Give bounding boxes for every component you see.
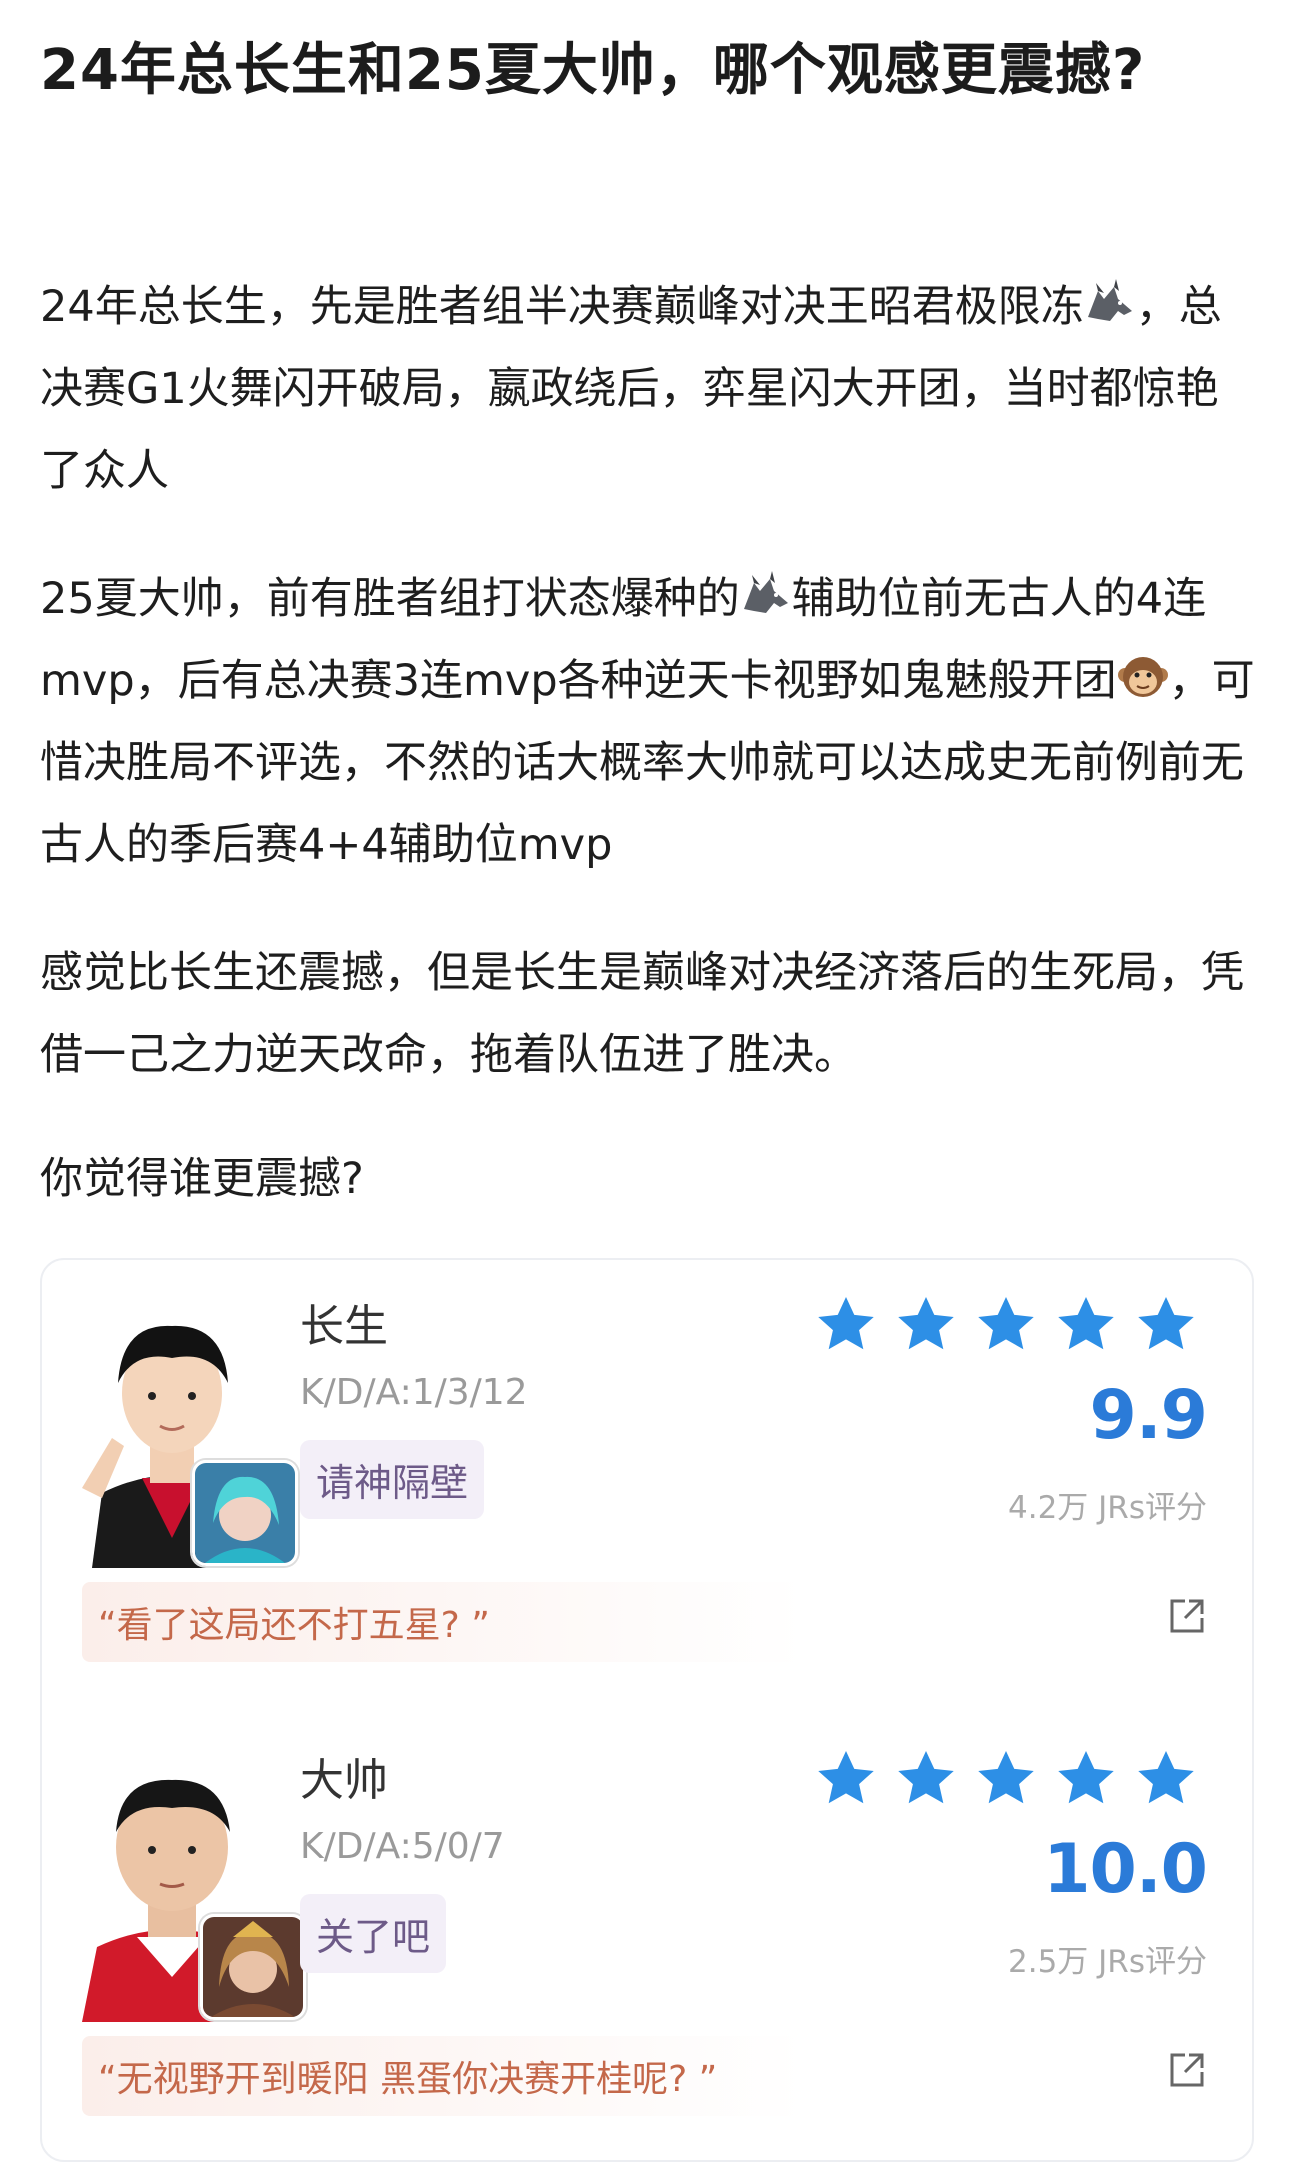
paragraph-4: 你觉得谁更震撼? — [40, 1154, 364, 1204]
hero-icon — [200, 1914, 306, 2020]
paragraph-2-text-a: 25夏大帅，前有胜者组打状态爆种的 — [40, 574, 740, 624]
star-icon — [1058, 1751, 1114, 1804]
rating-score: 10.0 — [1043, 1830, 1208, 1909]
wolf-emoji-icon — [740, 569, 792, 621]
star-rating — [818, 1297, 1194, 1350]
top-comment-quote[interactable]: “无视野开到暖阳 黑蛋你决赛开桂呢? ” — [82, 2036, 1114, 2116]
player-tag: 关了吧 — [300, 1894, 447, 1973]
post-title: 24年总长生和25夏大帅，哪个观感更震撼? — [40, 38, 1146, 103]
star-icon — [818, 1751, 874, 1804]
player-rating-entry[interactable]: 长生 K/D/A:1/3/12 请神隔壁 9.9 4.2万 JRs评分 “看了这… — [42, 1260, 1252, 1700]
star-icon — [898, 1297, 954, 1350]
paragraph-3: 感觉比长生还震撼，但是长生是巅峰对决经济落后的生死局，凭借一己之力逆天改命，拖着… — [40, 948, 1244, 1080]
monkey-emoji-icon — [1117, 651, 1169, 703]
rating-score: 9.9 — [1089, 1376, 1208, 1455]
top-comment-quote[interactable]: “看了这局还不打五星? ” — [82, 1582, 1114, 1662]
star-icon — [978, 1297, 1034, 1350]
player-kda: K/D/A:5/0/7 — [300, 1826, 505, 1867]
star-icon — [1058, 1297, 1114, 1350]
player-rating-entry[interactable]: 大帅 K/D/A:5/0/7 关了吧 10.0 2.5万 JRs评分 “无视野开… — [42, 1714, 1252, 2154]
rating-card: 长生 K/D/A:1/3/12 请神隔壁 9.9 4.2万 JRs评分 “看了这… — [40, 1258, 1254, 2162]
rater-count: 2.5万 JRs评分 — [1008, 1944, 1207, 1980]
paragraph-1-text-a: 24年总长生，先是胜者组半决赛巅峰对决王昭君极限冻 — [40, 282, 1084, 332]
player-name: 长生 — [300, 1301, 388, 1352]
hero-icon — [192, 1460, 298, 1566]
paragraph-1: 24年总长生，先是胜者组半决赛巅峰对决王昭君极限冻 ，总决赛G1火舞闪开破局，嬴政… — [40, 266, 1255, 512]
star-icon — [978, 1751, 1034, 1804]
star-icon — [818, 1297, 874, 1350]
player-kda: K/D/A:1/3/12 — [300, 1372, 528, 1413]
share-icon[interactable] — [1167, 1596, 1207, 1636]
star-icon — [1138, 1751, 1194, 1804]
star-icon — [1138, 1297, 1194, 1350]
star-rating — [818, 1751, 1194, 1804]
rater-count: 4.2万 JRs评分 — [1008, 1490, 1207, 1526]
share-icon[interactable] — [1167, 2050, 1207, 2090]
wolf-emoji-icon — [1084, 277, 1136, 329]
paragraph-2: 25夏大帅，前有胜者组打状态爆种的 辅助位前无古人的4连mvp，后有总决赛3连mv… — [40, 558, 1255, 886]
player-tag: 请神隔壁 — [300, 1440, 485, 1519]
player-name: 大帅 — [300, 1755, 388, 1806]
star-icon — [898, 1751, 954, 1804]
